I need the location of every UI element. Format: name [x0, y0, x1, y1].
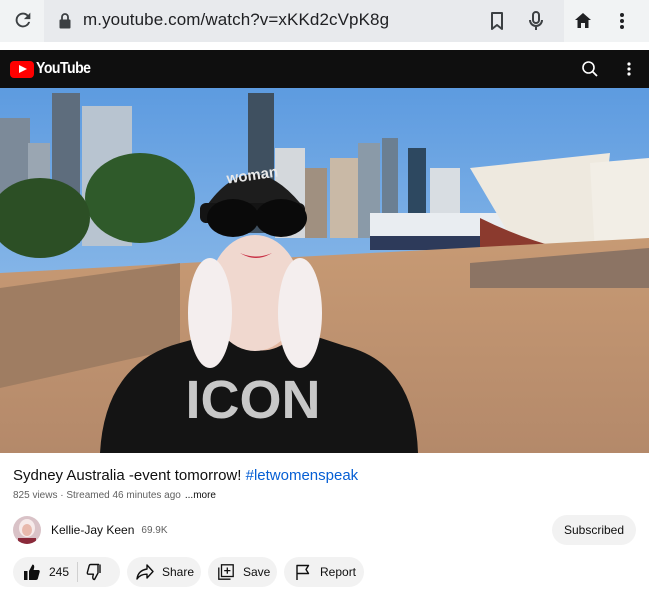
youtube-wordmark: YouTube [36, 60, 91, 77]
report-button[interactable]: Report [284, 557, 364, 587]
more-vert-icon[interactable] [610, 9, 634, 33]
more-vert-icon[interactable] [617, 57, 641, 81]
hashtag-link[interactable]: #letwomenspeak [246, 467, 359, 484]
home-icon[interactable] [571, 9, 595, 33]
channel-row[interactable]: Kellie-Jay Keen 69.9K [13, 516, 168, 544]
flag-icon [294, 563, 312, 581]
save-button[interactable]: Save [208, 557, 277, 587]
channel-name[interactable]: Kellie-Jay Keen [51, 523, 134, 537]
save-label: Save [243, 565, 271, 579]
youtube-logo[interactable]: YouTube [10, 60, 98, 78]
share-button[interactable]: Share [127, 557, 201, 587]
share-icon [136, 563, 154, 581]
like-count[interactable]: 245 [49, 565, 69, 579]
video-frame-image: woman ICON [0, 88, 649, 453]
share-label: Share [162, 565, 195, 579]
video-title-text: Sydney Australia -event tomorrow! [13, 467, 246, 484]
pill-divider [77, 562, 79, 582]
subscribed-button[interactable]: Subscribed [552, 515, 636, 545]
save-playlist-icon [217, 563, 235, 581]
more-link[interactable]: ...more [185, 490, 216, 501]
bookmark-icon[interactable] [485, 9, 509, 33]
video-meta: 825 views · Streamed 46 minutes ago ...mo… [13, 490, 216, 501]
avatar[interactable] [13, 516, 41, 544]
youtube-header: YouTube [0, 50, 649, 88]
browser-toolbar: m.youtube.com/watch?v=xKKd2cVpK8g [0, 0, 649, 42]
video-title[interactable]: Sydney Australia -event tomorrow! #letwo… [13, 467, 358, 484]
shirt-text: ICON [186, 370, 321, 430]
search-icon[interactable] [578, 57, 602, 81]
like-dislike-group: 245 [13, 557, 120, 587]
microphone-icon[interactable] [524, 9, 548, 33]
subscriber-count: 69.9K [141, 524, 168, 536]
report-label: Report [320, 565, 357, 579]
like-icon[interactable] [23, 563, 41, 581]
video-player[interactable]: woman ICON [0, 88, 649, 453]
reload-icon[interactable] [10, 7, 36, 33]
video-meta-text: 825 views · Streamed 46 minutes ago [13, 490, 181, 501]
url-text[interactable]: m.youtube.com/watch?v=xKKd2cVpK8g [83, 10, 389, 30]
dislike-icon[interactable] [86, 563, 104, 581]
lock-icon [58, 12, 72, 30]
youtube-play-icon [10, 60, 34, 78]
